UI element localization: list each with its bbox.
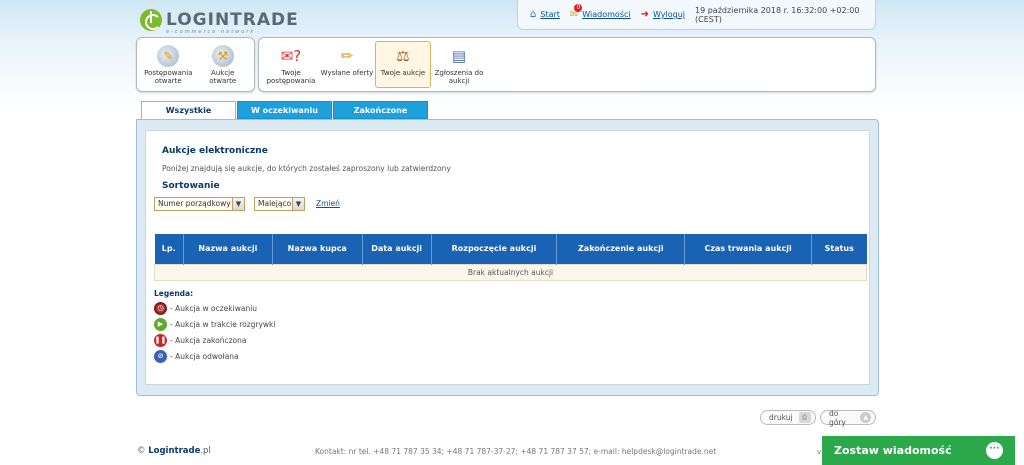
content-panel: Aukcje elektroniczne Poniżej znajdują si… xyxy=(136,119,879,396)
gavel-icon: ⚖ xyxy=(396,47,410,65)
legend: Legenda: ◷ - Aukcja w oczekiwaniu ▶ - Au… xyxy=(154,289,275,364)
book-icon: ▤ xyxy=(451,47,467,65)
printer-icon: ⎙ xyxy=(798,412,811,423)
footer-copyright: © Logintrade.pl xyxy=(137,446,211,456)
logo[interactable]: LOGINTRADE e-commerce network xyxy=(140,6,299,35)
legend-label: - Aukcja w oczekiwaniu xyxy=(170,303,258,313)
change-sort-link[interactable]: Zmień xyxy=(316,199,340,208)
column-header[interactable]: Lp. xyxy=(154,234,184,264)
page-title: Aukcje elektroniczne xyxy=(162,146,268,156)
back-to-top-button[interactable]: do góry ▲ xyxy=(820,408,876,427)
nav-open-procedures[interactable]: ✎ Postępowania otwarte xyxy=(141,41,196,88)
nav-sent-offers[interactable]: ✏ Wysłane oferty xyxy=(319,41,375,88)
current-datetime: 19 października 2018 r. 16:32:00 +02:00 … xyxy=(695,5,860,24)
tab-all[interactable]: Wszystkie xyxy=(141,101,236,120)
legend-item: ❚❚ - Aukcja zakończona xyxy=(154,332,275,348)
logo-text: LOGINTRADE xyxy=(166,9,299,30)
sort-title: Sortowanie xyxy=(162,181,220,191)
legend-item: ▶ - Aukcja w trakcie rozgrywki xyxy=(154,316,275,332)
print-button[interactable]: drukuj ⎙ xyxy=(760,410,816,425)
column-header[interactable]: Nazwa kupca xyxy=(272,234,363,264)
logout-link-wrap: ➜ Wyloguj xyxy=(641,9,685,20)
clock-icon: ◷ xyxy=(154,301,167,315)
nav-label: Postępowania otwarte xyxy=(144,69,193,85)
open-procedures-icon: ✎ xyxy=(157,45,180,67)
nav-my-group: ✉? Twoje postępowania ✏ Wysłane oferty ⚖… xyxy=(258,37,876,92)
top-bar: ⌂ Start ✉ 0 Wiadomości ➜ Wyloguj 19 paźdz… xyxy=(517,0,876,30)
messages-count-badge: 0 xyxy=(574,4,583,12)
logo-tagline: e-commerce network xyxy=(166,28,256,35)
logout-arrow-icon: ➜ xyxy=(640,9,649,20)
nav-label: Aukcje otwarte xyxy=(209,69,237,85)
column-header[interactable]: Nazwa aukcji xyxy=(183,234,273,264)
tab-finished[interactable]: Zakończone xyxy=(333,101,428,119)
content-inner: Aukcje elektroniczne Poniżej znajdują si… xyxy=(145,130,870,385)
pencil-icon: ✏ xyxy=(340,47,354,65)
column-header[interactable]: Data aukcji xyxy=(362,234,432,264)
nav-auction-applications[interactable]: ▤ Zgłoszenia do aukcji xyxy=(431,41,487,88)
legend-label: - Aukcja zakończona xyxy=(170,335,247,345)
play-icon: ▶ xyxy=(154,317,167,331)
pause-icon: ❚❚ xyxy=(154,333,167,347)
logout-link[interactable]: Wyloguj xyxy=(653,10,685,19)
auctions-table: Lp. Nazwa aukcji Nazwa kupca Data aukcji… xyxy=(154,234,867,281)
column-header[interactable]: Czas trwania aukcji xyxy=(684,234,812,264)
footer-contact: Kontakt: nr tel. +48 71 787 35 34; +48 7… xyxy=(315,447,717,456)
footer-version: v xyxy=(817,448,822,456)
column-header[interactable]: Zakończenie aukcji xyxy=(556,234,686,264)
print-label: drukuj xyxy=(769,413,793,422)
sort-field-select[interactable]: Numer porządkowy ▼ xyxy=(154,197,245,211)
table-header-row: Lp. Nazwa aukcji Nazwa kupca Data aukcji… xyxy=(154,234,867,264)
messages-link[interactable]: Wiadomości xyxy=(582,10,630,19)
start-link-wrap: ⌂ Start xyxy=(530,9,560,20)
chat-bubble-icon: ··· xyxy=(986,442,1003,459)
messages-link-wrap: ✉ 0 Wiadomości xyxy=(569,4,631,20)
column-header[interactable]: Status xyxy=(811,234,867,264)
table-row: Brak aktualnych aukcji xyxy=(154,263,867,281)
cancel-icon: ⊘ xyxy=(154,349,167,363)
page-description: Poniżej znajdują się aukcje, do których … xyxy=(162,164,451,173)
nav-my-procedures[interactable]: ✉? Twoje postępowania xyxy=(263,41,319,88)
nav-open-auctions[interactable]: ⚒ Aukcje otwarte xyxy=(196,41,251,88)
nav-label: Zgłoszenia do aukcji xyxy=(434,69,484,85)
nav-label: Twoje postępowania xyxy=(266,69,316,85)
chevron-down-icon: ▼ xyxy=(232,198,244,210)
empty-message: Brak aktualnych aukcji xyxy=(154,263,867,281)
legend-item: ◷ - Aukcja w oczekiwaniu xyxy=(154,300,275,316)
tab-pending[interactable]: W oczekiwaniu xyxy=(237,101,332,119)
open-auctions-icon: ⚒ xyxy=(211,45,234,67)
nav-my-auctions[interactable]: ⚖ Twoje aukcje xyxy=(375,41,431,88)
chat-widget[interactable]: Zostaw wiadomość ··· xyxy=(822,436,1015,465)
tab-bar: Wszystkie W oczekiwaniu Zakończone xyxy=(141,101,429,120)
logo-icon xyxy=(140,9,162,31)
legend-item: ⊘ - Aukcja odwołana xyxy=(154,348,275,364)
nav-open-group: ✎ Postępowania otwarte ⚒ Aukcje otwarte xyxy=(136,37,255,92)
sort-order-value: Malejąco xyxy=(258,199,292,208)
sort-order-select[interactable]: Malejąco ▼ xyxy=(254,197,305,211)
chevron-down-icon: ▼ xyxy=(292,198,304,210)
footer-brand[interactable]: Logintrade xyxy=(148,446,200,456)
chevron-up-icon: ▲ xyxy=(860,412,871,423)
legend-title: Legenda: xyxy=(154,289,194,298)
back-to-top-label: do góry xyxy=(829,408,846,427)
nav-label: Wysłane oferty xyxy=(320,69,374,77)
copyright-symbol: © xyxy=(137,446,146,456)
home-icon: ⌂ xyxy=(530,9,537,20)
column-header[interactable]: Rozpoczęcie aukcji xyxy=(431,234,558,264)
legend-label: - Aukcja odwołana xyxy=(170,351,239,361)
legend-label: - Aukcja w trakcie rozgrywki xyxy=(170,319,276,329)
mail-icon: ✉ 0 xyxy=(569,4,583,20)
question-envelope-icon: ✉? xyxy=(280,47,302,65)
sort-field-value: Numer porządkowy xyxy=(158,199,231,208)
footer-domain: .pl xyxy=(200,446,211,456)
start-link[interactable]: Start xyxy=(540,10,560,19)
nav-label: Twoje aukcje xyxy=(380,69,426,77)
chat-label: Zostaw wiadomość xyxy=(834,444,952,457)
